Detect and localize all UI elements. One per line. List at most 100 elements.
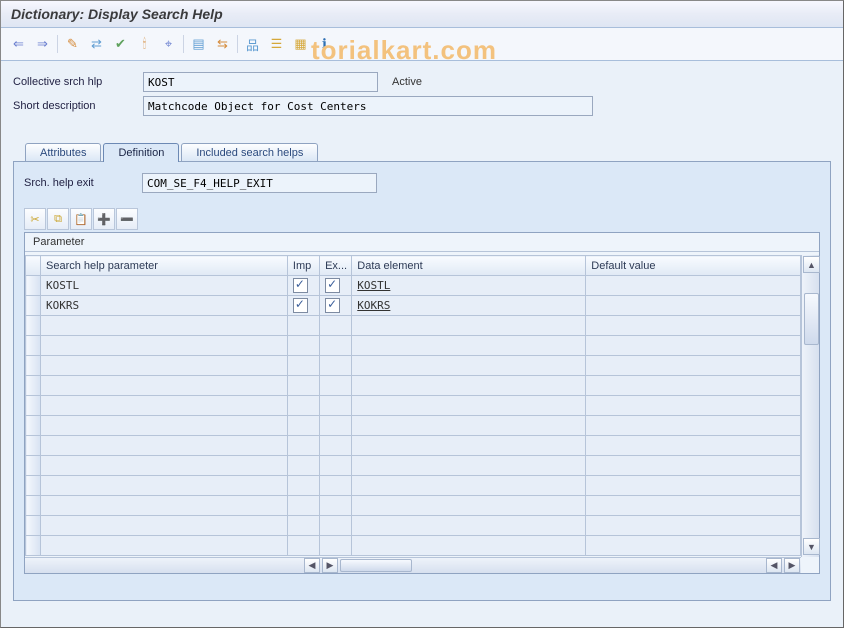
cell-default-value[interactable]: [586, 476, 801, 496]
table-row[interactable]: [26, 396, 801, 416]
cell-param[interactable]: [41, 316, 288, 336]
cell-exp[interactable]: [320, 356, 352, 376]
row-selector[interactable]: [26, 276, 41, 296]
scroll-right-icon[interactable]: ▶: [322, 558, 338, 573]
cell-param[interactable]: [41, 476, 288, 496]
cell-imp[interactable]: [287, 276, 319, 296]
tree-icon[interactable]: 品: [241, 33, 264, 55]
cell-data-element[interactable]: [352, 316, 586, 336]
parameter-table[interactable]: Search help parameter Imp Ex... Data ele…: [25, 255, 801, 556]
activate-icon[interactable]: 🕯: [133, 33, 156, 55]
cell-default-value[interactable]: [586, 296, 801, 316]
cell-param[interactable]: [41, 416, 288, 436]
col-param[interactable]: Search help parameter: [41, 256, 288, 276]
cell-default-value[interactable]: [586, 336, 801, 356]
cell-imp[interactable]: [287, 456, 319, 476]
cell-exp[interactable]: [320, 456, 352, 476]
table-row[interactable]: [26, 516, 801, 536]
cell-param[interactable]: [41, 396, 288, 416]
checkbox-exp[interactable]: [325, 298, 340, 313]
cell-imp[interactable]: [287, 376, 319, 396]
short-description-input[interactable]: Matchcode Object for Cost Centers: [143, 96, 593, 116]
paste-icon[interactable]: 📋: [70, 208, 92, 230]
table-row[interactable]: [26, 536, 801, 556]
cell-param[interactable]: [41, 536, 288, 556]
documentation-icon[interactable]: ▦: [289, 33, 312, 55]
cell-imp[interactable]: [287, 436, 319, 456]
cell-imp[interactable]: [287, 476, 319, 496]
row-selector[interactable]: [26, 296, 41, 316]
cell-data-element[interactable]: [352, 476, 586, 496]
where-used-icon[interactable]: ⌖: [157, 33, 180, 55]
row-selector[interactable]: [26, 476, 41, 496]
cell-data-element[interactable]: [352, 416, 586, 436]
cell-param[interactable]: [41, 356, 288, 376]
table-row[interactable]: [26, 376, 801, 396]
cell-exp[interactable]: [320, 316, 352, 336]
check-icon[interactable]: ✔: [109, 33, 132, 55]
cell-default-value[interactable]: [586, 396, 801, 416]
srch-help-exit-input[interactable]: COM_SE_F4_HELP_EXIT: [142, 173, 377, 193]
row-selector[interactable]: [26, 536, 41, 556]
cell-param[interactable]: [41, 496, 288, 516]
cell-data-element[interactable]: [352, 536, 586, 556]
cell-imp[interactable]: [287, 496, 319, 516]
delete-row-icon[interactable]: ➖: [116, 208, 138, 230]
cell-imp[interactable]: [287, 336, 319, 356]
cell-exp[interactable]: [320, 336, 352, 356]
vertical-scrollbar[interactable]: ▲ ▼: [801, 255, 819, 557]
table-row[interactable]: KOKRSKOKRS: [26, 296, 801, 316]
cell-data-element[interactable]: [352, 356, 586, 376]
cell-default-value[interactable]: [586, 376, 801, 396]
cell-data-element[interactable]: [352, 456, 586, 476]
cell-data-element[interactable]: [352, 396, 586, 416]
cell-default-value[interactable]: [586, 496, 801, 516]
cell-default-value[interactable]: [586, 276, 801, 296]
cell-data-element[interactable]: [352, 496, 586, 516]
cell-imp[interactable]: [287, 536, 319, 556]
cell-default-value[interactable]: [586, 516, 801, 536]
scroll-left-icon[interactable]: ◀: [304, 558, 320, 573]
cell-default-value[interactable]: [586, 356, 801, 376]
cell-data-element[interactable]: [352, 516, 586, 536]
cut-icon[interactable]: ✂: [24, 208, 46, 230]
row-selector[interactable]: [26, 456, 41, 476]
hierarchy-icon[interactable]: ⇆: [211, 33, 234, 55]
cell-data-element[interactable]: KOSTL: [352, 276, 586, 296]
tab-definition[interactable]: Definition: [103, 143, 179, 162]
row-selector[interactable]: [26, 436, 41, 456]
cell-imp[interactable]: [287, 416, 319, 436]
copy-icon[interactable]: ⧉: [47, 208, 69, 230]
cell-param[interactable]: [41, 436, 288, 456]
cell-imp[interactable]: [287, 356, 319, 376]
cell-exp[interactable]: [320, 396, 352, 416]
row-selector[interactable]: [26, 496, 41, 516]
cell-exp[interactable]: [320, 296, 352, 316]
cell-imp[interactable]: [287, 316, 319, 336]
table-row[interactable]: [26, 336, 801, 356]
cell-exp[interactable]: [320, 376, 352, 396]
table-row[interactable]: [26, 436, 801, 456]
back-icon[interactable]: ⇐: [7, 33, 30, 55]
forward-icon[interactable]: ⇒: [31, 33, 54, 55]
col-data-element[interactable]: Data element: [352, 256, 586, 276]
tab-attributes[interactable]: Attributes: [25, 143, 101, 162]
cell-imp[interactable]: [287, 296, 319, 316]
cell-exp[interactable]: [320, 476, 352, 496]
display-change-icon[interactable]: ✎: [61, 33, 84, 55]
scroll-left-end-icon[interactable]: ◀: [766, 558, 782, 573]
cell-default-value[interactable]: [586, 456, 801, 476]
cell-param[interactable]: [41, 336, 288, 356]
cell-exp[interactable]: [320, 276, 352, 296]
cell-param[interactable]: [41, 516, 288, 536]
cell-imp[interactable]: [287, 516, 319, 536]
cell-default-value[interactable]: [586, 416, 801, 436]
row-selector[interactable]: [26, 516, 41, 536]
tab-included-search-helps[interactable]: Included search helps: [181, 143, 318, 162]
append-icon[interactable]: ☰: [265, 33, 288, 55]
cell-default-value[interactable]: [586, 536, 801, 556]
row-selector[interactable]: [26, 376, 41, 396]
scroll-right-end-icon[interactable]: ▶: [784, 558, 800, 573]
row-selector[interactable]: [26, 336, 41, 356]
row-selector[interactable]: [26, 416, 41, 436]
